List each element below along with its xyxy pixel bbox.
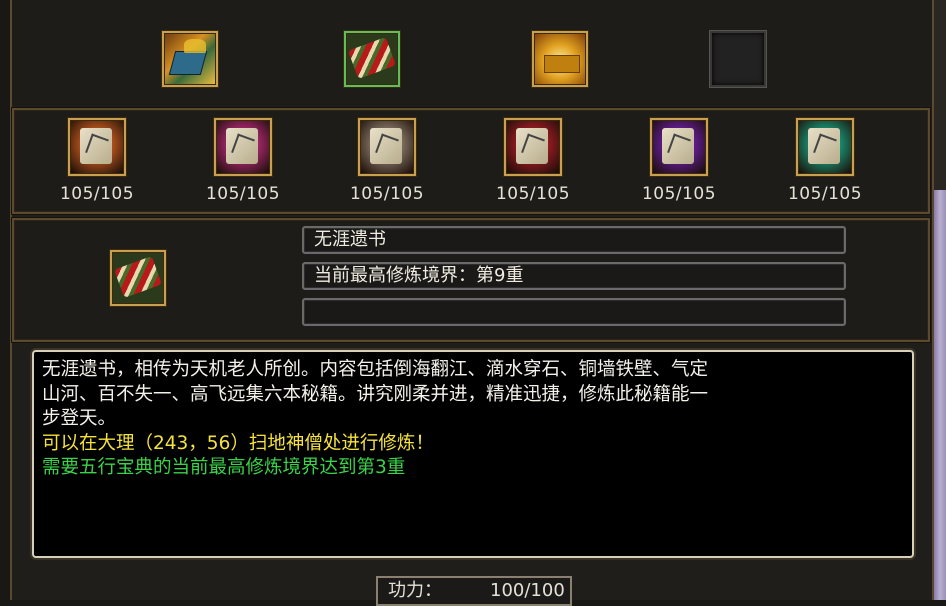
bundle-scroll-icon[interactable] <box>344 31 400 87</box>
power-label: 功力： <box>388 580 442 601</box>
power-box: 功力： 100/100 <box>376 576 572 606</box>
scroll-count: 105/105 <box>59 184 135 204</box>
scroll-count: 105/105 <box>349 184 425 204</box>
extra-field <box>302 298 846 326</box>
orange-scroll-icon[interactable] <box>68 118 126 176</box>
scroll-count: 105/105 <box>495 184 571 204</box>
description-line: 无涯遗书，相传为天机老人所创。内容包括倒海翻江、滴水穿石、铜墙铁壁、气定 <box>42 359 709 380</box>
selected-bundle-icon <box>110 250 166 306</box>
item-name-field: 无涯遗书 <box>302 226 846 254</box>
description-line: 山河、百不失一、高飞远集六本秘籍。讲究刚柔并进，精准迅捷，修炼此秘籍能一 <box>42 383 709 405</box>
book-gold-icon[interactable] <box>162 31 218 87</box>
gold-treasure-icon[interactable] <box>532 31 588 87</box>
top-icons-frame <box>12 0 932 106</box>
teal-scroll-icon[interactable] <box>796 118 854 176</box>
grey-scroll-icon[interactable] <box>358 118 416 176</box>
realm-field: 当前最高修炼境界：第9重 <box>302 262 846 290</box>
red-scroll-icon[interactable] <box>504 118 562 176</box>
cultivation-panel: 105/105 105/105 105/105 105/105 105/105 105/1… <box>10 0 934 606</box>
requirement-text: 需要五行宝典的当前最高修炼境界达到第3重 <box>42 457 406 478</box>
pink-scroll-icon[interactable] <box>214 118 272 176</box>
background-window-strip <box>934 0 946 600</box>
scroll-count: 105/105 <box>787 184 863 204</box>
empty-slot-icon[interactable] <box>710 31 766 87</box>
scroll-count: 105/105 <box>641 184 717 204</box>
scroll-count: 105/105 <box>205 184 281 204</box>
location-hint: 可以在大理（243，56）扫地神僧处进行修炼！ <box>42 432 434 454</box>
description-line: 步登天。 <box>42 408 117 429</box>
purple-scroll-icon[interactable] <box>650 118 708 176</box>
description-box: 无涯遗书，相传为天机老人所创。内容包括倒海翻江、滴水穿石、铜墙铁壁、气定 山河、… <box>32 350 914 558</box>
power-value: 100/100 <box>490 580 565 601</box>
